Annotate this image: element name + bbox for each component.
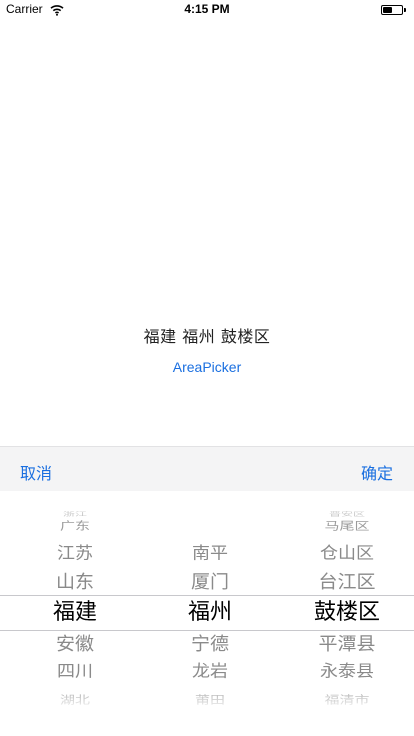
city-row[interactable]: 宁德	[140, 633, 280, 655]
district-row[interactable]: 仓山区	[280, 544, 414, 563]
city-row[interactable]: 厦门	[140, 571, 280, 593]
province-row[interactable]: 浙江	[0, 511, 150, 517]
selected-area-label: 福建 福州 鼓楼区	[143, 327, 271, 346]
province-row[interactable]: 广东	[0, 520, 150, 533]
cancel-button[interactable]: 取消	[20, 460, 52, 484]
selection-bottom-divider	[0, 630, 414, 631]
status-bar: Carrier 4:15 PM	[0, 0, 414, 20]
province-row[interactable]: 安徽	[0, 633, 150, 655]
confirm-button[interactable]: 确定	[361, 460, 393, 484]
city-row[interactable]: 莆田	[140, 694, 280, 707]
selection-top-divider	[0, 595, 414, 596]
province-column[interactable]: 浙江广东江苏山东福建安徽四川湖北河北	[0, 491, 150, 736]
district-row[interactable]: 台江区	[280, 571, 414, 593]
province-row[interactable]: 四川	[0, 662, 150, 681]
district-column[interactable]: 晋安区马尾区仓山区台江区鼓楼区平潭县永泰县福清市长乐市	[280, 491, 414, 736]
picker-bottom-area	[0, 709, 414, 736]
province-row[interactable]: 湖北	[0, 694, 150, 707]
district-row[interactable]: 晋安区	[280, 511, 414, 517]
city-column[interactable]: 南平厦门福州宁德龙岩莆田漳州	[140, 491, 280, 736]
city-row[interactable]: 南平	[140, 544, 280, 563]
district-row[interactable]: 马尾区	[280, 520, 414, 533]
province-row[interactable]: 江苏	[0, 544, 150, 563]
district-row[interactable]: 平潭县	[280, 633, 414, 655]
battery-tip	[404, 8, 406, 12]
area-picker-wheel[interactable]: 浙江广东江苏山东福建安徽四川湖北河北 南平厦门福州宁德龙岩莆田漳州 晋安区马尾区…	[0, 491, 414, 736]
status-time: 4:15 PM	[184, 2, 230, 16]
city-row[interactable]: 龙岩	[140, 662, 280, 681]
district-row[interactable]: 福清市	[280, 694, 414, 707]
battery-icon	[381, 5, 403, 15]
province-row[interactable]: 山东	[0, 571, 150, 593]
district-row-selected[interactable]: 鼓楼区	[280, 600, 414, 626]
district-row[interactable]: 永泰县	[280, 662, 414, 681]
province-row-selected[interactable]: 福建	[0, 600, 150, 626]
battery-fill	[383, 7, 392, 13]
picker-toolbar: 取消 确定	[0, 446, 414, 491]
area-picker-button[interactable]: AreaPicker	[0, 359, 414, 375]
city-row-selected[interactable]: 福州	[140, 600, 280, 626]
